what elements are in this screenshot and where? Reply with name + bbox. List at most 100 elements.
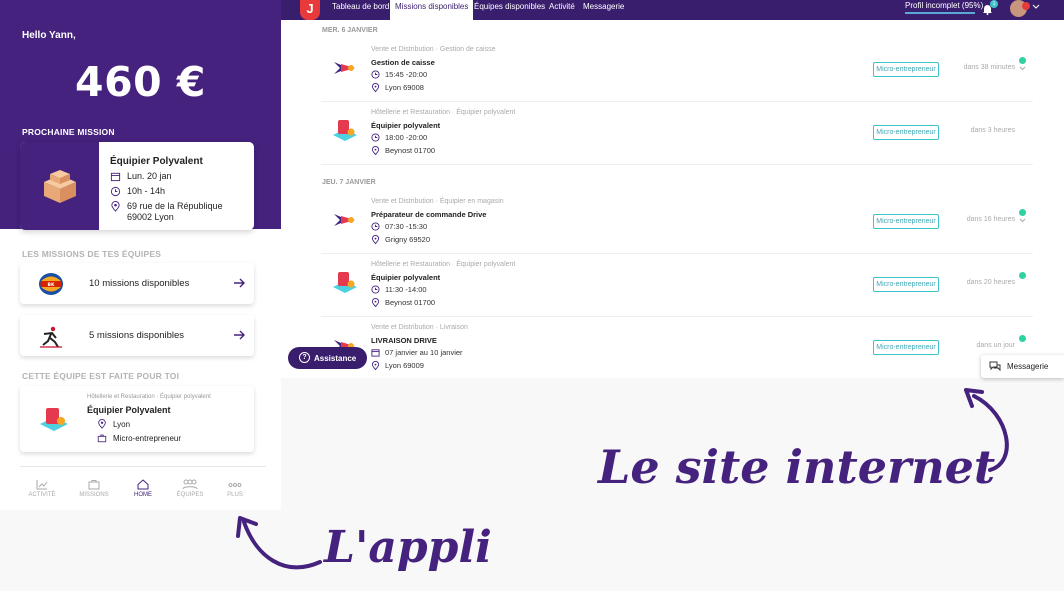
svg-text:BK: BK <box>48 282 55 288</box>
location-icon <box>371 83 380 92</box>
location-icon <box>371 298 380 307</box>
mission-category: Hôtellerie et Restauration · Équipier po… <box>371 109 516 116</box>
clock-icon <box>371 133 380 142</box>
next-mission-time: 10h - 14h <box>127 186 166 196</box>
balance-amount: 460 € <box>75 58 206 106</box>
messaging-label: Messagerie <box>1007 362 1049 371</box>
mission-category: Vente et Distribution · Gestion de caiss… <box>371 46 496 53</box>
app-caption: L'appli <box>324 522 492 573</box>
tab-dashboard[interactable]: Tableau de bord <box>332 0 389 20</box>
mission-title: Équipier polyvalent <box>371 273 441 282</box>
mission-row[interactable]: Hôtellerie et Restauration · Équipier po… <box>321 255 1033 317</box>
team-icon <box>182 479 198 490</box>
mission-when: dans 20 heures <box>966 279 1015 286</box>
briefcase-icon <box>97 434 107 443</box>
available-dot <box>1019 57 1026 64</box>
calendar-icon <box>371 349 380 357</box>
website-panel: J Tableau de bord Missions disponibles É… <box>281 0 1064 378</box>
next-mission-card[interactable]: Équipier Polyvalent Lun. 20 jan 10h - 14… <box>20 142 254 230</box>
mission-when: dans un jour <box>976 342 1015 349</box>
day-label: JEU. 7 JANVIER <box>322 179 376 186</box>
next-mission-title: Équipier Polyvalent <box>110 156 203 167</box>
tab-available-missions[interactable]: Missions disponibles <box>390 0 474 20</box>
brand-logo[interactable]: J <box>300 0 320 20</box>
status-badge: Micro-entrepreneur <box>873 62 939 77</box>
nav-activity[interactable]: ACTIVITÉ <box>22 479 62 498</box>
mission-row[interactable]: Vente et Distribution · Livraison LIVRAI… <box>321 318 1033 376</box>
nav-teams[interactable]: ÉQUIPES <box>170 479 210 498</box>
chart-icon <box>36 480 48 490</box>
help-icon: ? <box>299 352 310 363</box>
mission-time: 11:30 -14:00 <box>385 285 427 294</box>
mission-place: Lyon 69009 <box>385 361 424 370</box>
nav-home[interactable]: HOME <box>123 479 163 498</box>
mission-title: Gestion de caisse <box>371 58 435 67</box>
mission-time: 07 janvier au 10 janvier <box>385 348 463 357</box>
nav-missions[interactable]: MISSIONS <box>74 479 114 498</box>
arrow-right-icon <box>234 330 245 340</box>
assistance-label: Assistance <box>314 354 357 363</box>
location-icon <box>371 146 380 155</box>
kiss-logo <box>334 214 355 226</box>
team-card-label: 5 missions disponibles <box>89 330 185 341</box>
team-card-burger-king[interactable]: BK 10 missions disponibles <box>20 263 254 304</box>
more-icon <box>228 483 242 487</box>
available-dot <box>1019 335 1026 342</box>
arrow-right-icon <box>234 278 245 288</box>
tab-messaging[interactable]: Messagerie <box>583 0 624 20</box>
mission-category: Hôtellerie et Restauration · Équipier po… <box>371 261 516 268</box>
mission-title: LIVRAISON DRIVE <box>371 336 437 345</box>
recommended-city: Lyon <box>113 420 131 429</box>
nav-label: PLUS <box>227 492 243 498</box>
next-mission-address-2: 69002 Lyon <box>127 212 174 222</box>
home-icon <box>137 479 149 490</box>
mission-category: Vente et Distribution · Équipier en maga… <box>371 198 504 205</box>
status-badge: Micro-entrepreneur <box>873 277 939 292</box>
tab-available-teams[interactable]: Équipes disponibles <box>474 0 545 20</box>
mission-time: 15:45 -20:00 <box>385 70 428 79</box>
clock-icon <box>371 285 380 294</box>
mission-row[interactable]: Hôtellerie et Restauration · Équipier po… <box>321 103 1033 165</box>
team-card-running[interactable]: 5 missions disponibles <box>20 315 254 356</box>
chat-icon <box>989 361 1001 371</box>
nav-more[interactable]: PLUS <box>215 479 255 498</box>
mission-place: Lyon 69008 <box>385 83 424 92</box>
day-label: MER. 6 JANVIER <box>322 27 378 34</box>
location-icon <box>111 201 120 212</box>
assistance-button[interactable]: ? Assistance <box>288 347 367 369</box>
chevron-down-icon[interactable] <box>1019 218 1026 223</box>
teams-heading: LES MISSIONS DE TES ÉQUIPES <box>22 249 162 259</box>
mission-when: dans 38 minutes <box>963 64 1015 71</box>
messaging-button[interactable]: Messagerie <box>981 355 1064 378</box>
next-mission-date: Lun. 20 jan <box>127 171 172 181</box>
running-man-logo <box>40 326 62 348</box>
mission-row[interactable]: Vente et Distribution · Gestion de caiss… <box>321 40 1033 102</box>
food-bag-icon <box>40 408 68 431</box>
profile-completion[interactable]: Profil incomplet (95%) <box>905 1 983 10</box>
nav-label: ACTIVITÉ <box>28 492 56 498</box>
bottom-nav: ACTIVITÉ MISSIONS HOME ÉQUIPES PLUS <box>20 466 266 506</box>
mission-place: Beynost 01700 <box>385 298 436 307</box>
team-card-label: 10 missions disponibles <box>89 278 190 289</box>
tab-activity[interactable]: Activité <box>549 0 575 20</box>
clock-icon <box>110 186 121 197</box>
recommended-team-card[interactable]: Hôtellerie et Restauration · Équipier po… <box>20 386 254 452</box>
chevron-down-icon[interactable] <box>1032 4 1040 10</box>
available-dot <box>1019 272 1026 279</box>
mission-place: Beynost 01700 <box>385 146 436 155</box>
clock-icon <box>371 222 380 231</box>
next-mission-heading: PROCHAINE MISSION <box>22 127 115 137</box>
mission-title: Équipier polyvalent <box>371 121 441 130</box>
mission-title: Préparateur de commande Drive <box>371 210 487 219</box>
briefcase-icon <box>88 480 100 490</box>
avatar-badge <box>1022 2 1030 10</box>
nav-label: ÉQUIPES <box>176 492 204 498</box>
available-dot <box>1019 209 1026 216</box>
next-mission-address-1: 69 rue de la République <box>127 201 223 211</box>
site-caption: Le site internet <box>598 440 996 494</box>
chevron-down-icon[interactable] <box>1019 66 1026 71</box>
food-bag-icon <box>333 272 357 293</box>
boxes-icon <box>20 142 99 230</box>
mission-row[interactable]: Vente et Distribution · Équipier en maga… <box>321 192 1033 254</box>
notification-badge: 1 <box>990 0 998 8</box>
